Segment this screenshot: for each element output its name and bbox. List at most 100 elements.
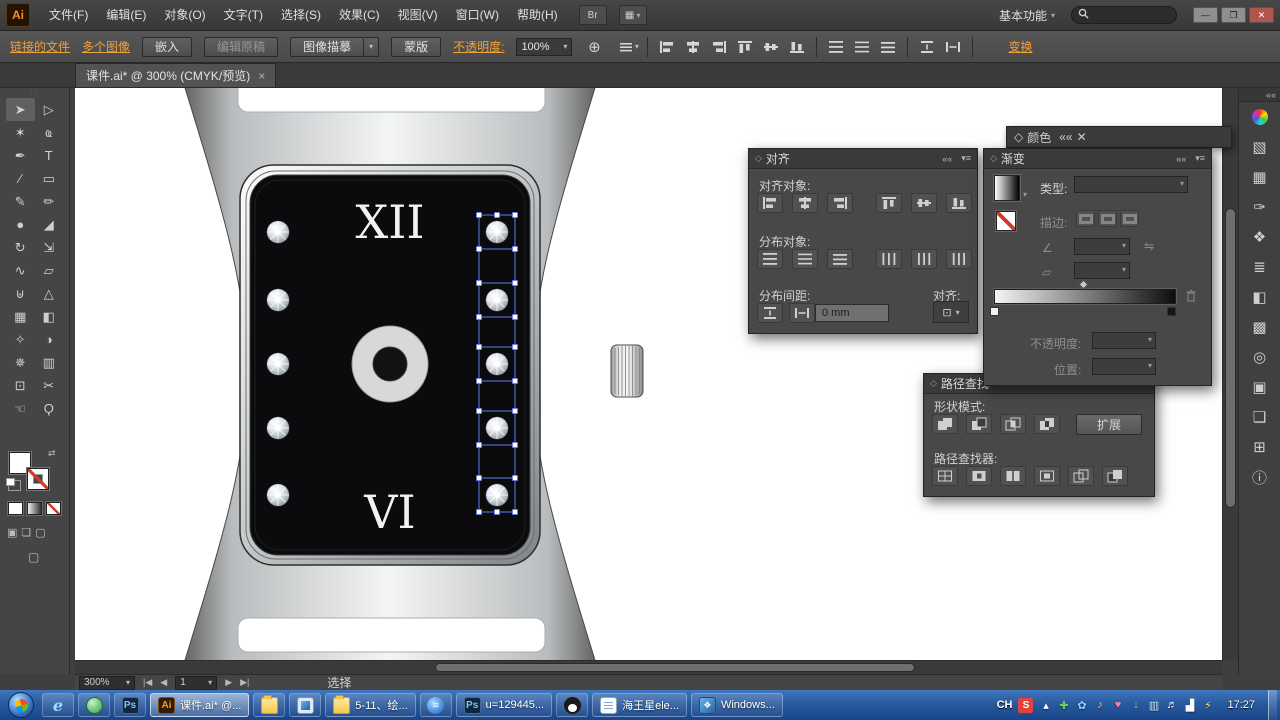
distM-icon[interactable]: [850, 37, 874, 57]
linked-file-link[interactable]: 链接的文件: [10, 38, 70, 55]
windows-task-button[interactable]: ❖ Windows...: [690, 693, 783, 717]
gradient-mode-button[interactable]: [27, 502, 42, 515]
alignT-button[interactable]: [876, 193, 902, 213]
next-artboard-button[interactable]: ▶: [225, 677, 232, 688]
browser-taskbar-button[interactable]: [78, 693, 110, 717]
distHC-button[interactable]: [911, 249, 937, 269]
rectangle-tool[interactable]: ▭: [35, 167, 64, 190]
bridge-icon[interactable]: Br: [578, 5, 607, 25]
align-to-select[interactable]: ⊡ ▾: [933, 301, 969, 323]
spacingH-icon[interactable]: [941, 37, 965, 57]
shape-builder-tool[interactable]: ⊎: [6, 282, 35, 305]
tray-network-icon[interactable]: ▟: [1183, 699, 1196, 712]
gradient-panel-icon[interactable]: ◧: [1239, 282, 1280, 312]
show-desktop-button[interactable]: [1268, 690, 1277, 720]
type-tool[interactable]: T: [35, 144, 64, 167]
start-button[interactable]: [8, 692, 34, 718]
image-trace-button[interactable]: 图像描摹: [290, 36, 365, 57]
diamond-selected[interactable]: [485, 288, 509, 312]
artboard-tool[interactable]: ⊡: [6, 374, 35, 397]
distHL-button[interactable]: [876, 249, 902, 269]
artboard-number-select[interactable]: 1 ▾: [175, 675, 218, 690]
layers-panel-icon[interactable]: ❏: [1239, 402, 1280, 432]
watch-crown[interactable]: [610, 344, 644, 398]
alignT-icon[interactable]: [733, 37, 757, 57]
vertical-scrollbar[interactable]: [1222, 88, 1238, 660]
diamond-selected[interactable]: [485, 220, 509, 244]
gradient-tool[interactable]: ◧: [35, 305, 64, 328]
perspective-grid-tool[interactable]: △: [35, 282, 64, 305]
zoom-tool[interactable]: Ϙ: [35, 397, 64, 420]
horizontal-scrollbar[interactable]: [75, 660, 1222, 674]
menu-type[interactable]: 文字(T): [215, 0, 272, 30]
blob-brush-tool[interactable]: ●: [6, 213, 35, 236]
menu-view[interactable]: 视图(V): [389, 0, 447, 30]
draw-behind-icon[interactable]: ❏: [21, 526, 31, 539]
selection-handle[interactable]: [476, 280, 482, 286]
transform-link[interactable]: 变换: [1008, 38, 1032, 55]
language-indicator[interactable]: CH: [997, 699, 1013, 711]
tray-music-icon[interactable]: ♪: [1093, 699, 1106, 711]
width-tool[interactable]: ∿: [6, 259, 35, 282]
first-artboard-button[interactable]: |◀: [143, 677, 152, 688]
tray-power-icon[interactable]: ⚡: [1201, 699, 1214, 712]
selection-handle[interactable]: [512, 344, 518, 350]
selection-tool[interactable]: ➤: [6, 98, 35, 121]
numeral-twelve[interactable]: XII: [355, 195, 424, 249]
minusFront-button[interactable]: [966, 414, 992, 434]
gradient-slider[interactable]: [994, 289, 1176, 304]
search-input[interactable]: [1093, 9, 1170, 21]
stroke-none-swatch[interactable]: [996, 211, 1016, 231]
tray-hidden-icons-arrow[interactable]: ▴: [1039, 699, 1052, 712]
control-panel-menu-icon[interactable]: ▾: [616, 37, 640, 57]
computer-taskbar-button[interactable]: [289, 693, 322, 717]
tray-update-icon[interactable]: ↓: [1129, 699, 1142, 711]
notepad-task-button[interactable]: 海王星ele...: [592, 693, 687, 717]
opacity-value-select[interactable]: 100% ▾: [516, 37, 573, 56]
menu-edit[interactable]: 编辑(E): [97, 0, 155, 30]
folder-taskbar-button[interactable]: [253, 693, 286, 717]
color-mode-button[interactable]: [8, 502, 23, 515]
alignL-icon[interactable]: [655, 37, 679, 57]
qq-taskbar-button[interactable]: [556, 693, 589, 717]
direct-selection-tool[interactable]: ▷: [35, 98, 64, 121]
pencil-tool[interactable]: ✏: [35, 190, 64, 213]
expand-button[interactable]: 扩展: [1076, 414, 1142, 435]
rotate-tool[interactable]: ↻: [6, 236, 35, 259]
menu-window[interactable]: 窗口(W): [447, 0, 508, 30]
lasso-tool[interactable]: ҩ: [35, 121, 64, 144]
mask-button[interactable]: 蒙版: [391, 36, 442, 57]
diamond-selected[interactable]: [485, 416, 509, 440]
opacity-link[interactable]: 不透明度:: [453, 38, 504, 55]
hand-tool[interactable]: ☜: [6, 397, 35, 420]
alignL-button[interactable]: [757, 193, 783, 213]
tray-qq-icon[interactable]: ✿: [1075, 699, 1088, 712]
selection-handle[interactable]: [512, 314, 518, 320]
artboards-panel-icon[interactable]: ⊞: [1239, 432, 1280, 462]
merge-button[interactable]: [1000, 466, 1026, 486]
vertical-scrollbar-thumb[interactable]: [1225, 208, 1236, 508]
exclude-button[interactable]: [1034, 414, 1060, 434]
numeral-six[interactable]: VI: [363, 485, 415, 539]
distB-icon[interactable]: [876, 37, 900, 57]
diamond-selected[interactable]: [485, 352, 509, 376]
diamond[interactable]: [266, 483, 290, 507]
diamond[interactable]: [266, 352, 290, 376]
previous-artboard-button[interactable]: ◀: [160, 677, 167, 688]
selection-handle[interactable]: [476, 509, 482, 515]
alignR-icon[interactable]: [707, 37, 731, 57]
menu-help[interactable]: 帮助(H): [508, 0, 567, 30]
gradient-thumbnail[interactable]: [994, 175, 1020, 201]
distM-button[interactable]: [792, 249, 818, 269]
distB-button[interactable]: [827, 249, 853, 269]
spacingV-button[interactable]: [757, 303, 783, 323]
selection-handle[interactable]: [476, 212, 482, 218]
magic-wand-tool[interactable]: ✶: [6, 121, 35, 144]
selection-handle[interactable]: [476, 314, 482, 320]
gradient-location-select[interactable]: [1092, 358, 1156, 375]
align-panel-header[interactable]: ◇ 对齐 «« ▾≡: [749, 149, 977, 169]
reverse-gradient-icon[interactable]: ⇋: [1144, 239, 1154, 253]
selection-handle[interactable]: [494, 509, 500, 515]
folder-task-button[interactable]: 5-11、绘...: [325, 693, 416, 717]
info-panel-icon[interactable]: ⓘ: [1239, 462, 1280, 492]
